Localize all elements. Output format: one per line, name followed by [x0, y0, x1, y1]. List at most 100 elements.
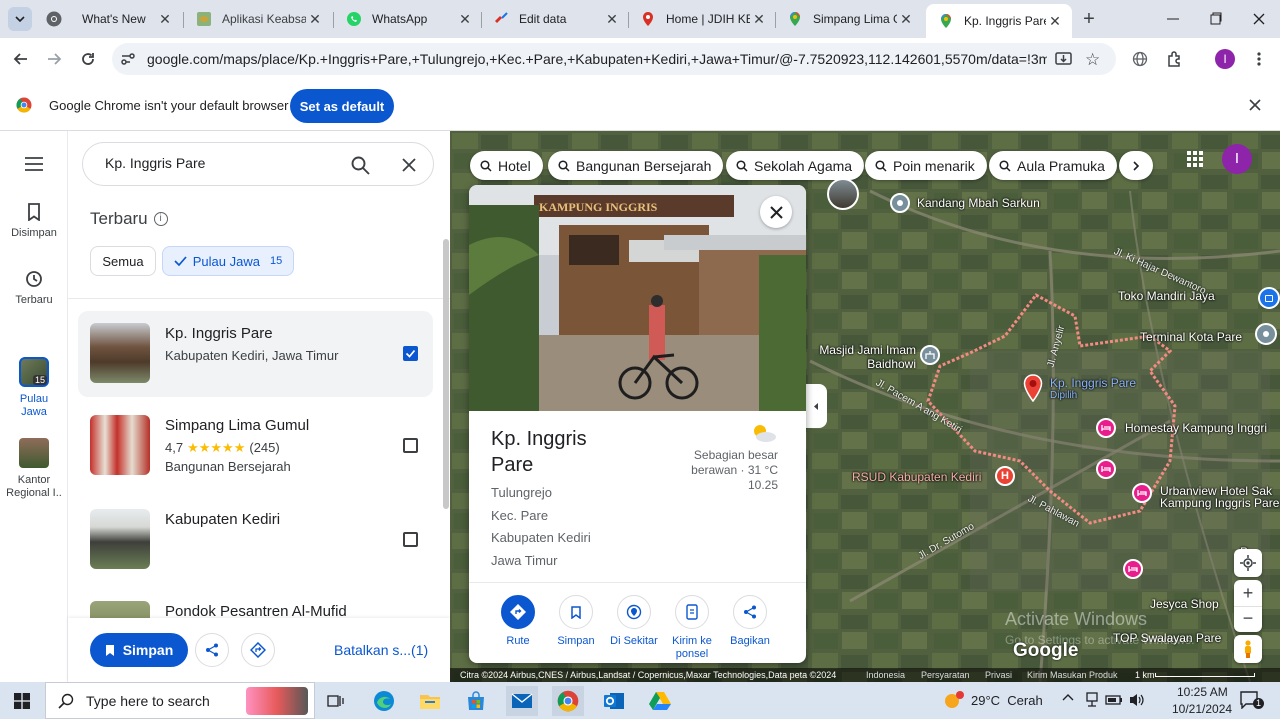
tab-simpang-lima[interactable]: Simpang Lima G ✕: [775, 4, 923, 34]
map-label-urbanview-2[interactable]: Kampung Inggris Pare: [1160, 496, 1279, 510]
chip-hotel[interactable]: Hotel: [470, 151, 543, 180]
photo-pin[interactable]: [827, 178, 859, 210]
list-item[interactable]: Kabupaten Kediri: [78, 497, 433, 583]
edge-icon[interactable]: [368, 686, 400, 716]
save-button[interactable]: Simpan: [90, 633, 188, 667]
list-item[interactable]: Pondok Pesantren Al-Mufid: [78, 589, 433, 619]
hamburger-menu-icon[interactable]: [24, 157, 44, 171]
search-input[interactable]: [105, 155, 345, 171]
tab-search-button[interactable]: [8, 7, 32, 31]
weather-sun-icon[interactable]: [943, 690, 965, 710]
collapse-sidebar-button[interactable]: [805, 384, 827, 428]
restore-button[interactable]: [1208, 12, 1224, 26]
close-tab-icon[interactable]: ✕: [306, 10, 324, 28]
close-card-button[interactable]: [760, 196, 792, 228]
place-checkbox[interactable]: [403, 532, 418, 547]
place-checkbox[interactable]: [403, 438, 418, 453]
place-photo[interactable]: KAMPUNG INGGRIS: [469, 185, 806, 411]
chevron-up-icon[interactable]: [1062, 693, 1074, 701]
map-label-homestay[interactable]: Homestay Kampung Inggri: [1125, 421, 1267, 435]
tab-edit-data[interactable]: Edit data ✕: [481, 4, 629, 34]
my-location-button[interactable]: [1234, 549, 1262, 577]
hotel-pin[interactable]: [1096, 418, 1116, 438]
close-tab-icon[interactable]: ✕: [603, 10, 621, 28]
windows-start-button[interactable]: [6, 686, 38, 716]
place-info-card[interactable]: KAMPUNG INGGRIS Kp. Inggris Pare Tulungr…: [469, 185, 806, 663]
street-view-pegman[interactable]: [1234, 635, 1262, 663]
chrome-taskbar-icon[interactable]: [552, 686, 584, 716]
minimize-button[interactable]: [1165, 12, 1181, 26]
save-action[interactable]: Simpan: [551, 595, 601, 647]
nearby-action[interactable]: Di Sekitar: [609, 595, 659, 647]
address-bar[interactable]: google.com/maps/place/Kp.+Inggris+Pare,+…: [112, 43, 1116, 75]
place-checkbox-checked[interactable]: [403, 346, 418, 361]
reload-button[interactable]: [75, 46, 101, 72]
new-tab-button[interactable]: +: [1078, 8, 1100, 30]
map-label-terminal[interactable]: Terminal Kota Pare: [1140, 330, 1242, 344]
store-icon[interactable]: [460, 686, 492, 716]
network-icon[interactable]: [1085, 692, 1099, 708]
rail-saved[interactable]: Disimpan: [0, 203, 68, 239]
hotel-pin[interactable]: [1123, 559, 1143, 579]
close-tab-icon[interactable]: ✕: [1046, 12, 1064, 30]
close-tab-icon[interactable]: ✕: [750, 10, 768, 28]
selected-place-pin[interactable]: [1023, 374, 1043, 402]
chip-aula[interactable]: Aula Pramuka: [989, 151, 1117, 180]
close-tab-icon[interactable]: ✕: [897, 10, 915, 28]
taskbar-time[interactable]: 10:25 AM: [1177, 685, 1228, 699]
volume-icon[interactable]: [1129, 692, 1145, 708]
chip-sekolah[interactable]: Sekolah Agama: [726, 151, 865, 180]
map-privacy-link[interactable]: Privasi: [985, 670, 1012, 680]
taskbar-date[interactable]: 10/21/2024: [1172, 702, 1232, 716]
bookmark-star-icon[interactable]: ☆: [1085, 50, 1100, 70]
filter-all-chip[interactable]: Semua: [90, 246, 156, 276]
list-item[interactable]: Simpang Lima Gumul 4,7 ★★★★★ (245) Bangu…: [78, 403, 433, 489]
share-action[interactable]: Bagikan: [725, 595, 775, 647]
list-item[interactable]: Kp. Inggris Pare Kabupaten Kediri, Jawa …: [78, 311, 433, 397]
zoom-out-button[interactable]: −: [1234, 606, 1262, 632]
taskbar-search[interactable]: Type here to search: [45, 682, 315, 719]
send-to-phone-action[interactable]: Kirim ke ponsel: [667, 595, 717, 661]
map-terms-link[interactable]: Persyaratan: [921, 670, 970, 680]
search-box[interactable]: [82, 142, 434, 186]
map-profile-avatar[interactable]: I: [1222, 144, 1252, 174]
map-scale-label[interactable]: 1 km: [1135, 670, 1155, 680]
cancel-selection-link[interactable]: Batalkan s...(1): [334, 642, 428, 658]
tab-kp-inggris[interactable]: Kp. Inggris Pare ✕: [926, 4, 1072, 38]
menu-kebab-icon[interactable]: [1246, 46, 1272, 72]
mail-icon[interactable]: [506, 686, 538, 716]
rail-regional[interactable]: Kantor Regional I..: [0, 438, 68, 500]
drive-icon[interactable]: [644, 686, 676, 716]
tab-whatsapp[interactable]: WhatsApp ✕: [334, 4, 482, 34]
clear-search-icon[interactable]: [402, 158, 416, 172]
map-country[interactable]: Indonesia: [866, 670, 905, 680]
site-info-icon[interactable]: [121, 52, 135, 66]
tab-jdih[interactable]: Home | JDIH KE ✕: [628, 4, 776, 34]
mosque-pin[interactable]: [920, 345, 940, 365]
map-label-toko[interactable]: Toko Mandiri Jaya: [1118, 289, 1215, 303]
search-icon[interactable]: [351, 156, 370, 175]
hospital-pin[interactable]: H: [995, 466, 1015, 486]
task-view-icon[interactable]: [320, 686, 352, 716]
poi-pin-kandang[interactable]: [890, 193, 910, 213]
taskbar-weather[interactable]: 29°C Cerah: [971, 693, 1043, 708]
map-label-masjid[interactable]: Masjid Jami Imam Baidhowi: [800, 343, 916, 371]
map-label-rsud[interactable]: RSUD Kabupaten Kediri: [852, 470, 981, 484]
profile-avatar[interactable]: I: [1215, 49, 1235, 69]
battery-icon[interactable]: [1105, 694, 1123, 706]
forward-button[interactable]: [41, 46, 67, 72]
chip-poin[interactable]: Poin menarik: [865, 151, 987, 180]
tab-whats-new[interactable]: What's New ✕: [34, 4, 182, 34]
install-app-icon[interactable]: [1055, 51, 1072, 67]
close-window-button[interactable]: [1251, 11, 1267, 27]
directions-button[interactable]: [241, 633, 275, 667]
close-icon[interactable]: [1248, 98, 1262, 112]
close-tab-icon[interactable]: ✕: [456, 10, 474, 28]
chip-bangunan[interactable]: Bangunan Bersejarah: [548, 151, 724, 180]
rail-java-list[interactable]: 15 Pulau Jawa: [0, 357, 68, 419]
tab-aplikasi[interactable]: Aplikasi Keabsah ✕: [184, 4, 332, 34]
chips-next-button[interactable]: [1119, 151, 1153, 180]
scrollbar[interactable]: [443, 239, 449, 509]
shop-pin[interactable]: [1258, 287, 1280, 309]
map-label-kandang[interactable]: Kandang Mbah Sarkun: [917, 196, 1040, 210]
